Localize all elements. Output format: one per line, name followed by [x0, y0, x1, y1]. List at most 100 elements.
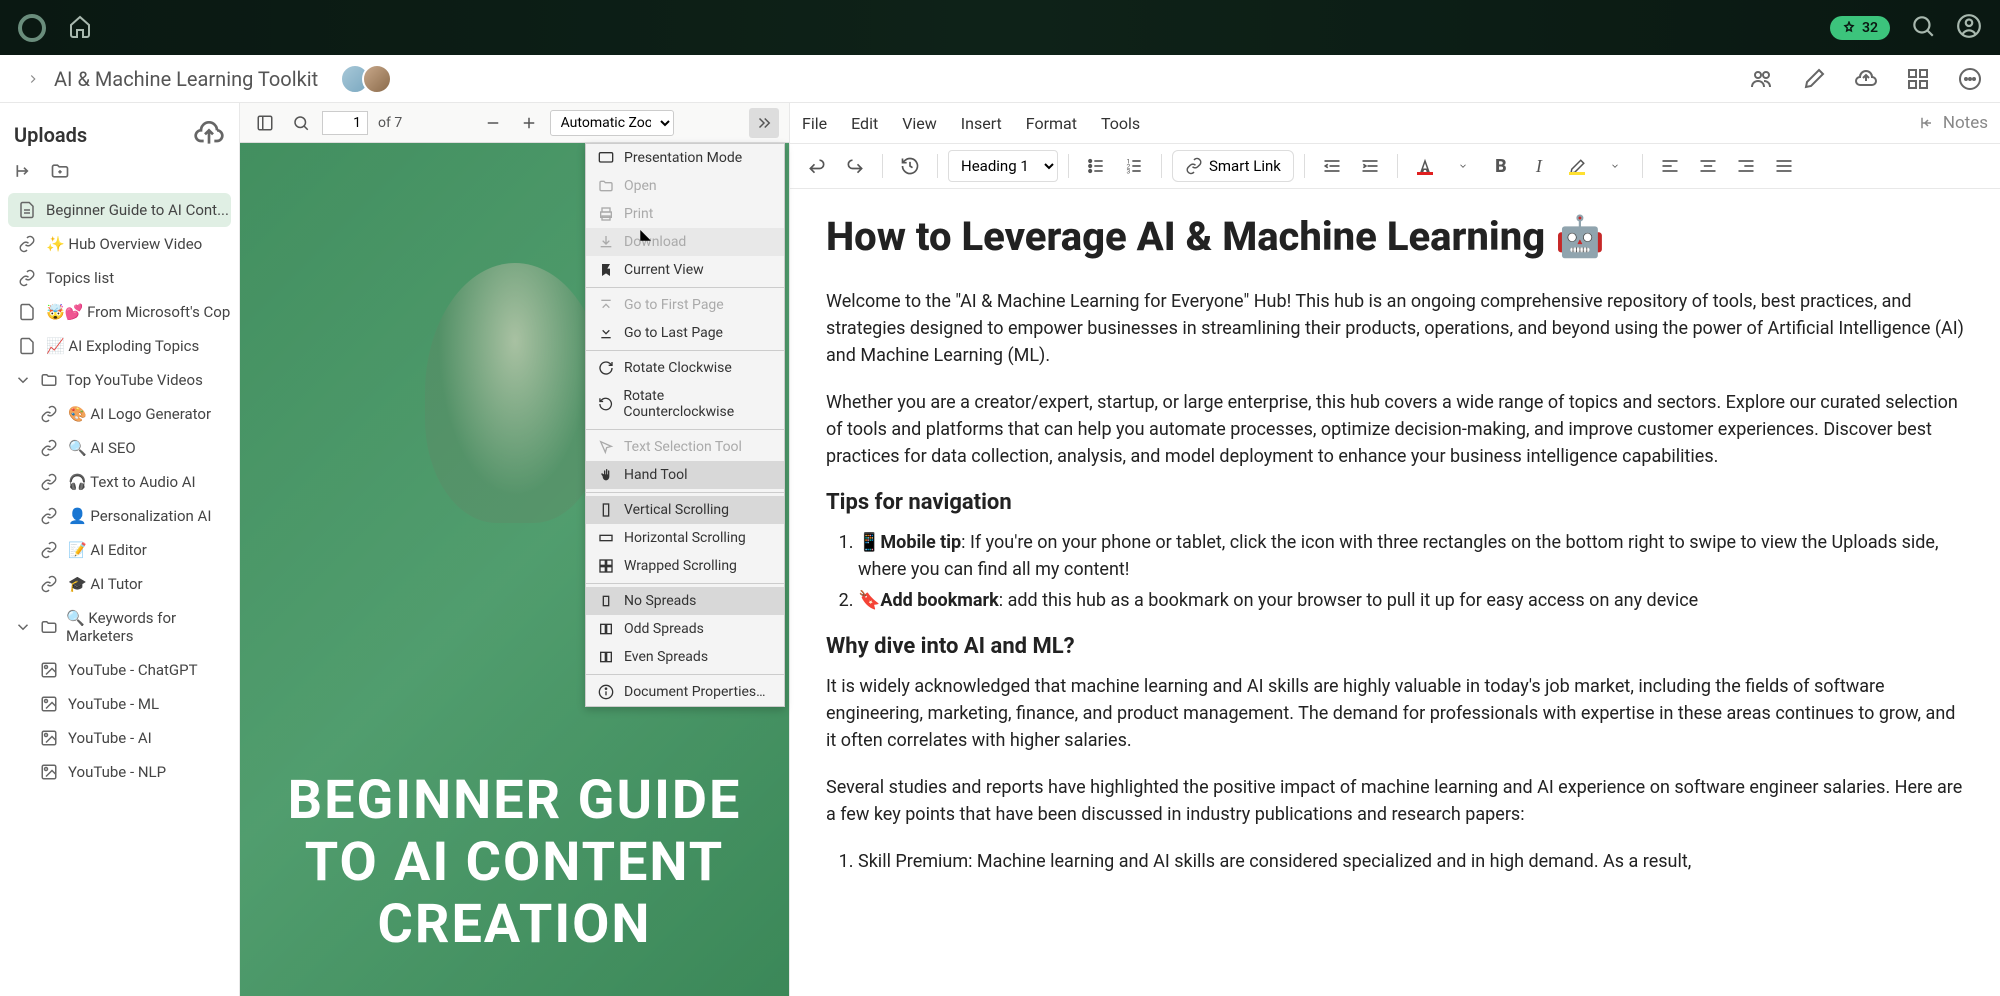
sidebar-item-beginner-guide[interactable]: Beginner Guide to AI Cont...	[8, 193, 231, 227]
menu-hand-tool[interactable]: Hand Tool	[586, 461, 784, 489]
sidebar-item-youtube-ai[interactable]: YouTube - AI	[8, 721, 231, 755]
user-profile-icon[interactable]	[1956, 13, 1982, 43]
menu-first-page[interactable]: Go to First Page	[586, 291, 784, 319]
align-center-button[interactable]	[1691, 149, 1725, 183]
page-number-input[interactable]	[322, 111, 368, 135]
apps-icon[interactable]	[1906, 67, 1930, 91]
align-right-button[interactable]	[1729, 149, 1763, 183]
menu-odd-spreads[interactable]: Odd Spreads	[586, 615, 784, 643]
bullet-list-button[interactable]	[1079, 149, 1113, 183]
doc-paragraph: Welcome to the "AI & Machine Learning fo…	[826, 288, 1964, 369]
menu-print[interactable]: Print	[586, 200, 784, 228]
search-icon[interactable]	[1910, 13, 1936, 43]
undo-button[interactable]	[800, 149, 834, 183]
doc-paragraph: Several studies and reports have highlig…	[826, 774, 1964, 828]
zoom-in-button[interactable]	[514, 108, 544, 138]
menu-text-selection[interactable]: Text Selection Tool	[586, 433, 784, 461]
menu-no-spreads[interactable]: No Spreads	[586, 587, 784, 615]
sidebar-item-logo-generator[interactable]: 🎨 AI Logo Generator	[8, 397, 231, 431]
pdf-viewer: of 7 Automatic Zoom BEGINNER GUIDE TO AI…	[240, 103, 790, 996]
menu-download[interactable]: Download	[586, 228, 784, 256]
highlight-dropdown[interactable]	[1598, 149, 1632, 183]
sidebar-toggle-button[interactable]	[250, 108, 280, 138]
doc-heading: Why dive into AI and ML?	[826, 634, 1964, 659]
people-icon[interactable]	[1750, 67, 1774, 91]
chat-icon[interactable]	[1958, 67, 1982, 91]
smart-link-button[interactable]: Smart Link	[1172, 150, 1294, 182]
find-button[interactable]	[286, 108, 316, 138]
menu-rotate-ccw[interactable]: Rotate Counterclockwise	[586, 382, 784, 426]
sidebar-folder-keywords[interactable]: 🔍 Keywords for Marketers	[8, 601, 231, 653]
menu-vertical-scrolling[interactable]: Vertical Scrolling	[586, 496, 784, 524]
menu-rotate-cw[interactable]: Rotate Clockwise	[586, 354, 784, 382]
zoom-out-button[interactable]	[478, 108, 508, 138]
indent-increase-button[interactable]	[1353, 149, 1387, 183]
menu-open[interactable]: Open	[586, 172, 784, 200]
notes-toggle[interactable]: Notes	[1919, 113, 1988, 133]
chevron-right-icon[interactable]	[26, 72, 40, 86]
svg-text:3: 3	[1127, 168, 1131, 176]
upload-button[interactable]	[193, 117, 225, 153]
menu-horizontal-scrolling[interactable]: Horizontal Scrolling	[586, 524, 784, 552]
highlight-button[interactable]	[1560, 158, 1594, 175]
uploads-title: Uploads	[14, 123, 87, 147]
menu-even-spreads[interactable]: Even Spreads	[586, 643, 784, 671]
app-logo[interactable]	[18, 14, 46, 42]
cloud-upload-icon[interactable]	[1854, 67, 1878, 91]
numbered-list-button[interactable]: 123	[1117, 149, 1151, 183]
menu-edit[interactable]: Edit	[851, 114, 878, 133]
link-icon	[40, 473, 58, 491]
sidebar-item-ai-editor[interactable]: 📝 AI Editor	[8, 533, 231, 567]
history-button[interactable]	[893, 149, 927, 183]
pdf-more-button[interactable]	[749, 108, 779, 138]
doc-list-item: 📱Mobile tip: If you're on your phone or …	[858, 529, 1964, 583]
menu-doc-properties[interactable]: Document Properties…	[586, 678, 784, 706]
sidebar-folder-youtube[interactable]: Top YouTube Videos	[8, 363, 231, 397]
menu-last-page[interactable]: Go to Last Page	[586, 319, 784, 347]
align-justify-button[interactable]	[1767, 149, 1801, 183]
redo-button[interactable]	[838, 149, 872, 183]
menu-file[interactable]: File	[802, 114, 827, 133]
sidebar-item-youtube-nlp[interactable]: YouTube - NLP	[8, 755, 231, 789]
collaborator-avatars[interactable]	[340, 64, 392, 94]
sidebar-item-text-to-audio[interactable]: 🎧 Text to Audio AI	[8, 465, 231, 499]
text-color-dropdown[interactable]	[1446, 149, 1480, 183]
doc-icon	[18, 303, 36, 321]
sidebar-item-hub-overview[interactable]: ✨ Hub Overview Video	[8, 227, 231, 261]
sidebar-item-personalization[interactable]: 👤 Personalization AI	[8, 499, 231, 533]
italic-button[interactable]: I	[1522, 149, 1556, 183]
zoom-select[interactable]: Automatic Zoom	[550, 110, 674, 136]
sidebar-item-exploding-topics[interactable]: 📈 AI Exploding Topics	[8, 329, 231, 363]
sidebar-item-ai-tutor[interactable]: 🎓 AI Tutor	[8, 567, 231, 601]
menu-insert[interactable]: Insert	[961, 114, 1002, 133]
collapse-icon[interactable]	[14, 161, 34, 181]
folder-icon	[40, 618, 58, 636]
doc-list-item: Skill Premium: Machine learning and AI s…	[858, 848, 1964, 875]
sidebar-item-ai-seo[interactable]: 🔍 AI SEO	[8, 431, 231, 465]
heading-select[interactable]: Heading 1	[948, 150, 1058, 182]
menu-tools[interactable]: Tools	[1101, 114, 1140, 133]
avatar	[362, 64, 392, 94]
sidebar-item-topics-list[interactable]: Topics list	[8, 261, 231, 295]
edit-icon[interactable]	[1802, 67, 1826, 91]
new-folder-icon[interactable]	[50, 161, 70, 181]
sidebar-item-youtube-chatgpt[interactable]: YouTube - ChatGPT	[8, 653, 231, 687]
menu-current-view[interactable]: Current View	[586, 256, 784, 284]
indent-decrease-button[interactable]	[1315, 149, 1349, 183]
home-icon[interactable]	[68, 14, 92, 42]
sidebar-item-label: 📝 AI Editor	[68, 541, 147, 559]
text-color-button[interactable]	[1408, 158, 1442, 175]
link-icon	[40, 405, 58, 423]
main-layout: Uploads Beginner Guide to AI Cont... ✨ H…	[0, 103, 2000, 996]
bold-button[interactable]: B	[1484, 149, 1518, 183]
menu-wrapped-scrolling[interactable]: Wrapped Scrolling	[586, 552, 784, 580]
menu-view[interactable]: View	[902, 114, 937, 133]
sidebar-item-microsoft-cop[interactable]: 🤯💕 From Microsoft's Cop...	[8, 295, 231, 329]
sidebar-item-youtube-ml[interactable]: YouTube - ML	[8, 687, 231, 721]
menu-presentation-mode[interactable]: Presentation Mode	[586, 144, 784, 172]
menu-format[interactable]: Format	[1026, 114, 1077, 133]
credits-badge[interactable]: 32	[1830, 16, 1890, 40]
align-left-button[interactable]	[1653, 149, 1687, 183]
breadcrumb-title[interactable]: AI & Machine Learning Toolkit	[54, 67, 318, 91]
document-body[interactable]: How to Leverage AI & Machine Learning 🤖 …	[790, 189, 2000, 996]
